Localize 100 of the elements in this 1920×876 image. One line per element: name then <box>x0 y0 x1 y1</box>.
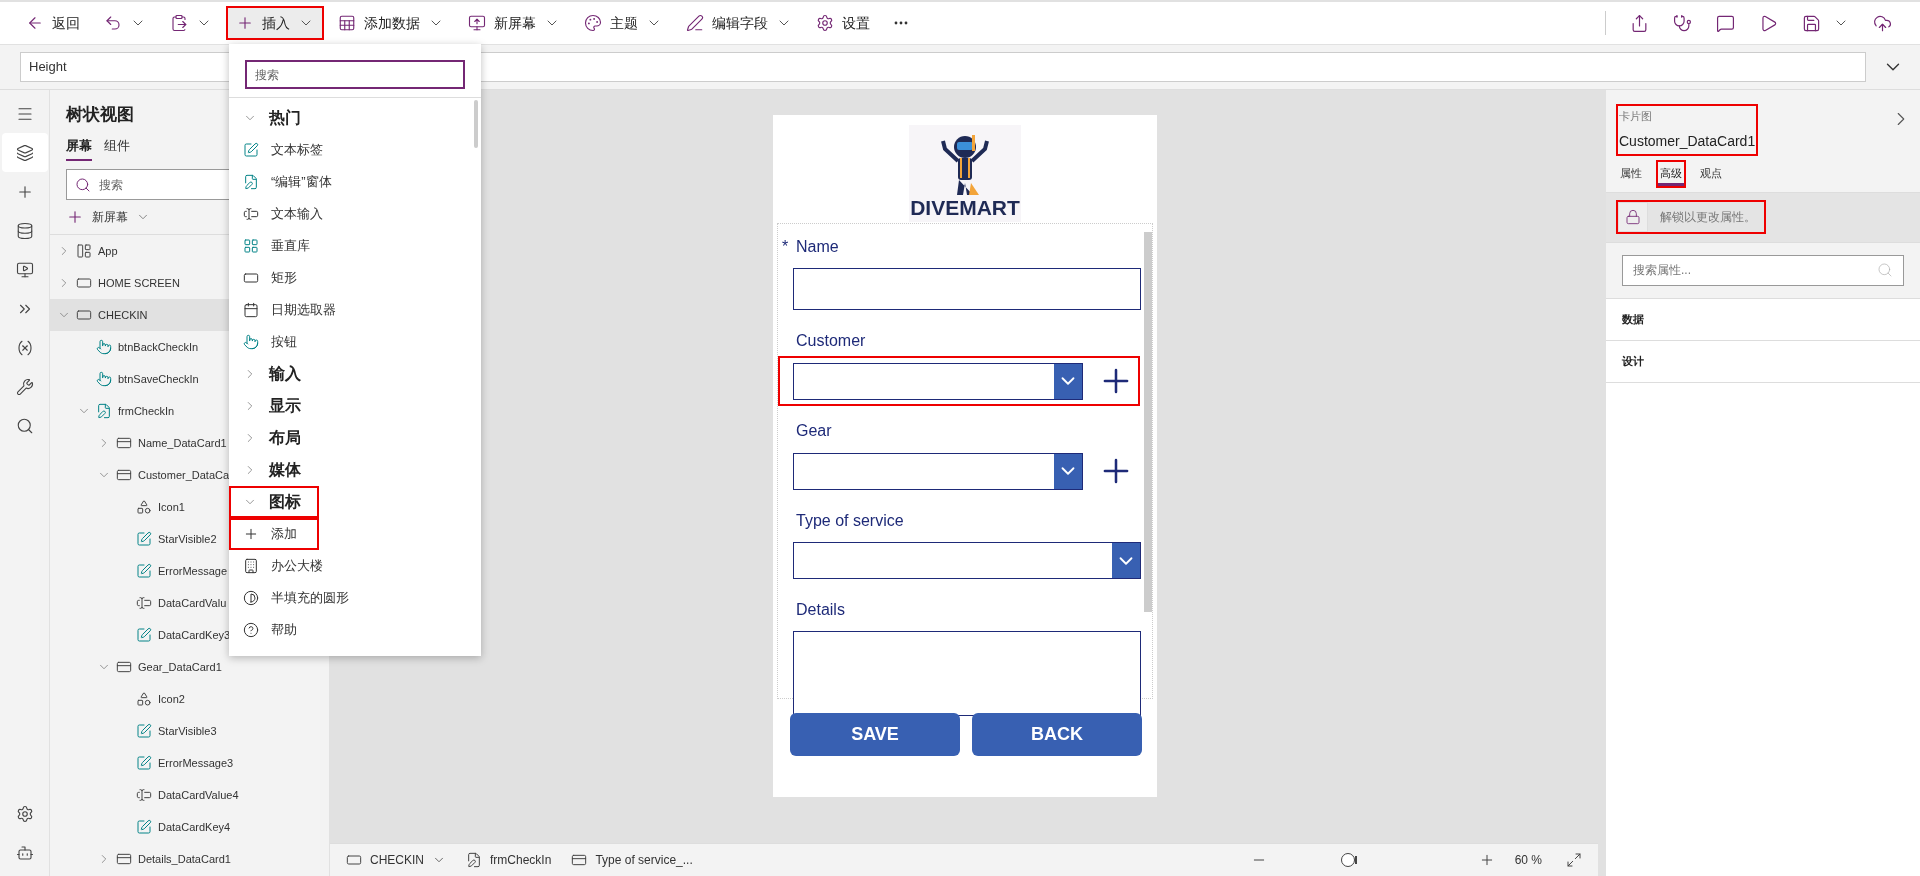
media-icon <box>15 260 34 279</box>
tools-icon <box>15 377 34 396</box>
tree-item[interactable]: Icon2 <box>50 683 329 715</box>
tree-item[interactable]: Gear_DataCard1 <box>50 651 329 683</box>
search-field[interactable]: 搜索 <box>245 60 465 89</box>
search-icon <box>75 176 91 193</box>
breadcrumb[interactable]: frmCheckIn <box>466 851 552 869</box>
field-label: Details <box>796 600 845 620</box>
section-header[interactable]: 数据 <box>1622 310 1644 328</box>
database-icon <box>15 221 34 240</box>
tree-item[interactable]: Details_DataCard1 <box>50 843 329 875</box>
settings-icon <box>816 14 834 32</box>
control-type: 卡片图 <box>1619 109 1653 124</box>
rail-button[interactable] <box>1 133 48 172</box>
input-icon <box>136 787 152 803</box>
tree-item[interactable]: StarVisible3 <box>50 715 329 747</box>
menu-item[interactable]: 帮助 <box>229 614 319 646</box>
toolbar-button[interactable]: 编辑字段 <box>676 6 802 40</box>
card-icon <box>116 467 132 483</box>
card-icon <box>116 435 132 451</box>
control-name: Customer_DataCard1 <box>1619 131 1756 151</box>
help-icon <box>243 622 259 638</box>
search-icon <box>1877 262 1893 278</box>
tab[interactable]: 高级 <box>1656 159 1686 188</box>
form-button[interactable]: BACK <box>972 713 1142 756</box>
label-icon <box>136 627 152 643</box>
input-icon <box>136 595 152 611</box>
tab[interactable]: 屏幕 <box>66 135 92 161</box>
scrollbar[interactable] <box>1144 232 1152 612</box>
label-icon <box>136 819 152 835</box>
new-screen-button[interactable]: 新屏幕 <box>66 204 150 230</box>
menu-item[interactable]: 布局 <box>229 422 319 454</box>
shapes-icon <box>136 691 152 707</box>
button-icon <box>243 334 259 350</box>
toolbar-button[interactable]: 主题 <box>574 6 672 40</box>
tab[interactable]: 组件 <box>104 135 130 161</box>
dropdown-field[interactable] <box>793 452 1083 490</box>
menu-item[interactable]: 输入 <box>229 358 319 390</box>
text-area[interactable] <box>793 631 1141 716</box>
tree-item[interactable]: DataCardKey4 <box>50 811 329 843</box>
table-icon <box>338 14 356 32</box>
toolbar-button[interactable]: 设置 <box>806 6 880 40</box>
button-icon <box>96 339 112 355</box>
card-icon <box>571 852 588 868</box>
logo-text: DIVEMART <box>910 197 1020 218</box>
menu-item[interactable]: 办公大楼 <box>229 550 333 582</box>
menu-item[interactable]: 显示 <box>229 390 319 422</box>
dropdown-field[interactable] <box>793 542 1141 579</box>
field-label: Type of service <box>796 511 904 531</box>
menu-item[interactable]: 垂直库 <box>229 230 320 262</box>
slider-thumb[interactable] <box>1340 853 1355 867</box>
shapes-icon <box>136 499 152 515</box>
variable-icon <box>15 338 34 357</box>
screen-icon <box>76 307 92 323</box>
tree-item[interactable]: DataCardValue4 <box>50 779 329 811</box>
form-icon <box>96 403 112 419</box>
scrollbar-icon[interactable] <box>474 100 478 148</box>
settings-icon <box>15 804 34 823</box>
tab[interactable]: 属性 <box>1616 159 1646 188</box>
menu-item[interactable]: 图标 <box>229 486 319 518</box>
menu-item[interactable]: 矩形 <box>229 262 319 294</box>
palette-icon <box>584 14 602 32</box>
tree-item[interactable]: ErrorMessage3 <box>50 747 329 779</box>
plus-icon <box>66 208 84 226</box>
toolbar-button[interactable]: 新屏幕 <box>458 6 570 40</box>
building-icon <box>243 558 259 574</box>
undo-icon <box>104 14 122 32</box>
search-field[interactable]: 搜索属性... <box>1622 254 1904 286</box>
publish-icon <box>1873 13 1892 33</box>
form-icon <box>466 852 482 868</box>
input-field[interactable] <box>793 268 1141 310</box>
toolbar-button[interactable]: 插入 <box>226 6 324 40</box>
label-icon <box>243 142 259 158</box>
menu-item[interactable]: 半填充的圆形 <box>229 582 359 614</box>
pen-icon <box>686 14 704 32</box>
label-icon <box>136 755 152 771</box>
comment-icon <box>1716 13 1735 33</box>
menu-item[interactable]: 文本输入 <box>229 198 333 230</box>
form-icon <box>243 174 259 190</box>
tab[interactable]: 观点 <box>1696 159 1726 188</box>
more-icon <box>894 21 908 25</box>
stethoscope-icon <box>1673 13 1692 33</box>
save-icon <box>1802 13 1821 33</box>
toolbar-button[interactable]: 添加数据 <box>328 6 454 40</box>
section-header[interactable]: 设计 <box>1622 352 1644 370</box>
menu-item[interactable]: 添加 <box>229 518 319 550</box>
menu-item[interactable]: 媒体 <box>229 454 319 486</box>
toolbar-button[interactable]: 返回 <box>16 6 90 40</box>
calendar-icon <box>243 302 259 318</box>
menu-item[interactable]: 文本标签 <box>229 134 333 166</box>
field-label: Name <box>796 237 839 257</box>
lock-message: 解锁以更改属性。 <box>1660 209 1756 226</box>
breadcrumb[interactable]: Type of service_... <box>571 851 693 869</box>
form-button[interactable]: SAVE <box>790 713 960 756</box>
fit-icon[interactable] <box>1566 852 1582 868</box>
unlock-button[interactable] <box>1618 202 1648 232</box>
dropdown-field[interactable] <box>793 362 1083 400</box>
paste-icon <box>170 14 188 32</box>
breadcrumb[interactable]: CHECKIN <box>346 851 446 869</box>
menu-item[interactable]: 热门 <box>229 102 319 134</box>
